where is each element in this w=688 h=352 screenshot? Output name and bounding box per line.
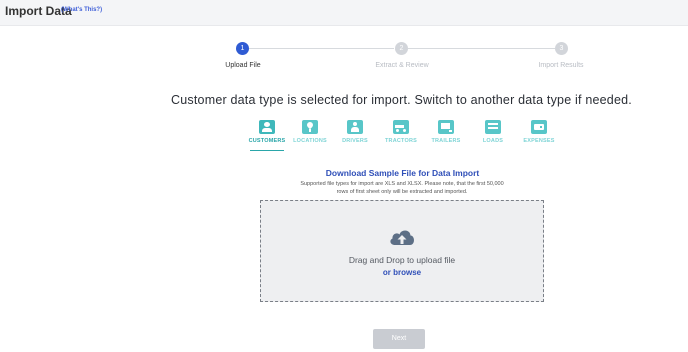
- data-type-locations[interactable]: LOCATIONS: [287, 120, 333, 150]
- selection-headline: Customer data type is selected for impor…: [171, 93, 632, 107]
- stepper-line-1: [249, 48, 394, 49]
- download-sample-link[interactable]: Download Sample File for Data Import: [0, 168, 688, 178]
- data-type-label: LOADS: [482, 138, 504, 144]
- data-type-label: LOCATIONS: [293, 138, 327, 144]
- dropzone-text: Drag and Drop to upload file: [348, 255, 456, 265]
- data-type-label: TRAILERS: [431, 138, 461, 144]
- step-3-circle: 3: [555, 42, 568, 55]
- import-stepper: 1 2 3 Upload File Extract & Review Impor…: [0, 38, 688, 74]
- selected-type-underline: [250, 150, 284, 151]
- step-1-circle: 1: [236, 42, 249, 55]
- data-type-tractors[interactable]: TRACTORS: [378, 120, 424, 150]
- step-3-label: Import Results: [538, 62, 584, 69]
- step-2-label: Extract & Review: [375, 62, 429, 69]
- customer-card-icon: [259, 120, 275, 134]
- tractor-truck-icon: [393, 120, 409, 134]
- loads-list-icon: [485, 120, 501, 134]
- next-button[interactable]: Next: [373, 329, 425, 349]
- data-type-label: EXPENSES: [523, 138, 555, 144]
- whats-this-link[interactable]: (What's This?): [61, 7, 102, 13]
- map-pin-icon: [302, 120, 318, 134]
- step-1-label: Upload File: [225, 62, 261, 69]
- data-type-customers[interactable]: CUSTOMERS: [244, 120, 290, 151]
- data-type-expenses[interactable]: EXPENSES: [516, 120, 562, 150]
- cloud-upload-icon: [390, 230, 414, 245]
- driver-person-icon: [347, 120, 363, 134]
- data-type-label: TRACTORS: [384, 138, 418, 144]
- data-type-trailers[interactable]: TRAILERS: [423, 120, 469, 150]
- file-dropzone[interactable]: Drag and Drop to upload file or browse: [260, 200, 544, 302]
- page-header: Import Data (What's This?): [0, 0, 688, 26]
- data-type-drivers[interactable]: DRIVERS: [332, 120, 378, 150]
- browse-link[interactable]: or browse: [261, 268, 543, 277]
- data-type-label: DRIVERS: [342, 138, 368, 144]
- file-type-note: Supported file types for import are XLS …: [300, 181, 504, 195]
- step-2-circle: 2: [395, 42, 408, 55]
- trailer-icon: [438, 120, 454, 134]
- data-type-label: CUSTOMERS: [248, 138, 286, 144]
- data-type-loads[interactable]: LOADS: [470, 120, 516, 150]
- stepper-line-2: [408, 48, 555, 49]
- wallet-icon: [531, 120, 547, 134]
